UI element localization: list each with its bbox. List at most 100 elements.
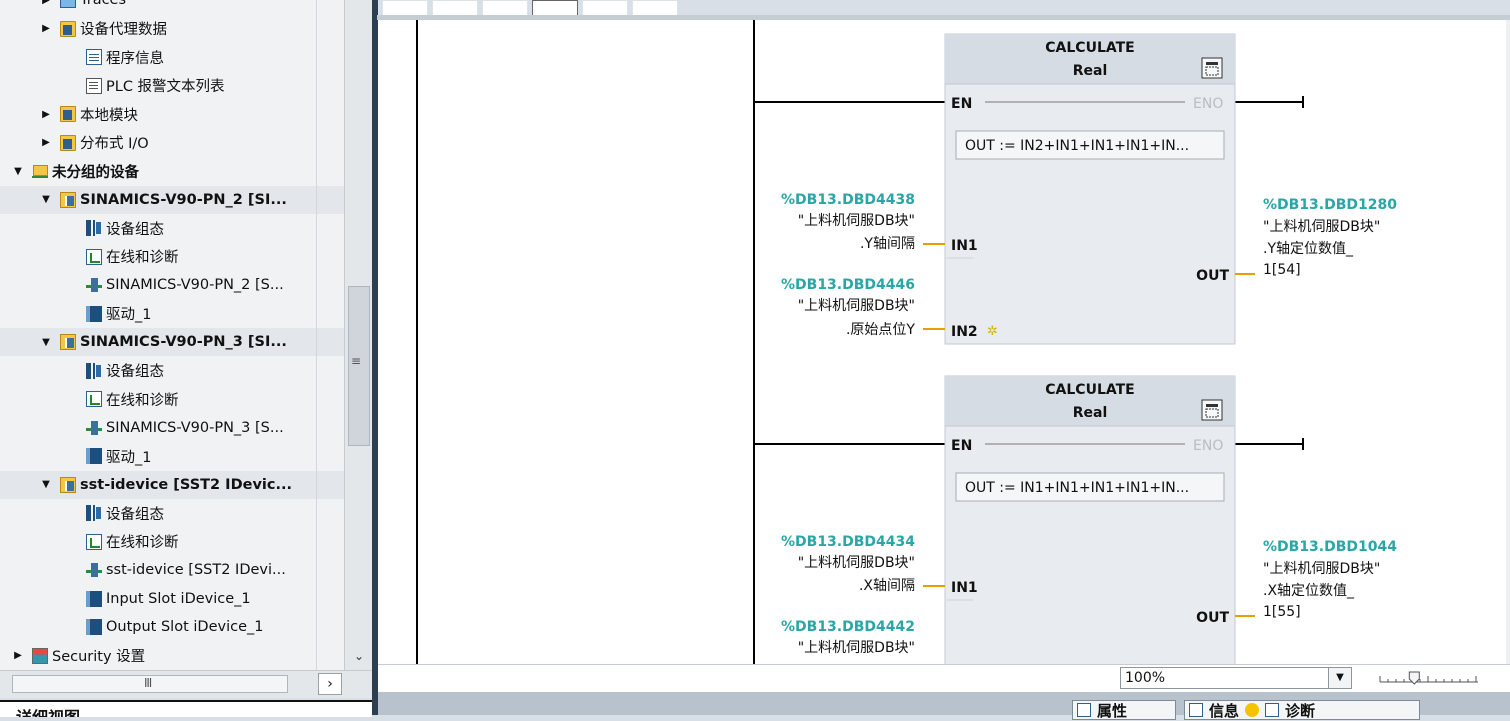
device-config-icon xyxy=(86,362,102,379)
tree-item[interactable]: 在线和诊断 xyxy=(0,528,344,556)
zoom-value: 100% xyxy=(1125,670,1166,686)
tree-item-label: 驱动_1 xyxy=(106,449,152,466)
in1-db-name[interactable]: "上料机伺服DB块" xyxy=(798,555,915,571)
scroll-right-arrow-icon[interactable]: › xyxy=(318,673,342,695)
expand-arrow-icon[interactable]: ▶ xyxy=(40,109,52,120)
tree-item[interactable]: ▼ SINAMICS-V90-PN_2 [SI... xyxy=(0,185,344,214)
tree-item[interactable]: ▶ Security 设置 xyxy=(0,642,344,670)
expand-arrow-icon[interactable]: ▶ xyxy=(40,23,52,34)
tree-item-label: 未分组的设备 xyxy=(52,164,139,181)
out-pin: OUT xyxy=(1196,610,1229,626)
out-address[interactable]: %DB13.DBD1280 xyxy=(1263,197,1397,213)
tab-info[interactable]: 信息 诊断 xyxy=(1184,700,1420,720)
in1-address[interactable]: %DB13.DBD4434 xyxy=(781,534,915,550)
tree-item[interactable]: ▼ 未分组的设备 xyxy=(0,157,344,185)
tree-item[interactable]: sst-idevice [SST2 IDevi... xyxy=(0,556,344,584)
tree-item[interactable]: PLC 报警文本列表 xyxy=(0,72,344,100)
eno-pin: ENO xyxy=(1193,438,1223,454)
editor-vertical-scrollbar[interactable] xyxy=(1506,20,1510,664)
device-icon xyxy=(60,191,76,208)
expand-arrow-icon[interactable]: ▶ xyxy=(12,650,24,661)
tree-item[interactable]: ▶ 设备代理数据 xyxy=(0,15,344,43)
security-settings-icon xyxy=(32,647,48,664)
collapse-arrow-icon[interactable]: ▼ xyxy=(40,337,52,348)
zoom-slider[interactable] xyxy=(1378,671,1480,687)
calculator-icon-display xyxy=(1206,62,1218,65)
in2-address[interactable]: %DB13.DBD4446 xyxy=(781,277,915,293)
scroll-down-arrow-icon[interactable]: ⌄ xyxy=(348,646,370,666)
tree-item[interactable]: ▶ 分布式 I/O xyxy=(0,129,344,157)
device-icon xyxy=(60,476,76,493)
expand-arrow-icon[interactable]: ▶ xyxy=(40,137,52,148)
tree-item-label: SINAMICS-V90-PN_2 [SI... xyxy=(80,191,287,208)
in1-address[interactable]: %DB13.DBD4438 xyxy=(781,192,915,208)
out-db-name[interactable]: "上料机伺服DB块" xyxy=(1263,219,1380,235)
tree-item-label: 驱动_1 xyxy=(106,307,152,323)
tree-item[interactable]: 设备组态 xyxy=(0,214,344,242)
tree-item[interactable]: 程序信息 xyxy=(0,43,344,71)
program-info-icon xyxy=(86,49,102,65)
tree-item-label: PLC 报警文本列表 xyxy=(106,79,225,95)
out-index[interactable]: 1[55] xyxy=(1263,604,1301,620)
tree-item[interactable]: 设备组态 xyxy=(0,499,344,527)
expand-arrow-icon[interactable]: ▶ xyxy=(40,0,52,6)
block-title: CALCULATE xyxy=(1045,40,1134,56)
zoom-select[interactable]: 100% ▼ xyxy=(1120,667,1352,689)
in1-member[interactable]: .X轴间隔 xyxy=(859,578,915,594)
eno-pin: ENO xyxy=(1193,96,1223,112)
block-type[interactable]: Real xyxy=(1073,63,1108,79)
tree-item-label: SINAMICS-V90-PN_3 [S... xyxy=(106,419,284,436)
in2-address[interactable]: %DB13.DBD4442 xyxy=(781,619,915,635)
tree-item[interactable]: 在线和诊断 xyxy=(0,385,344,413)
block-type[interactable]: Real xyxy=(1073,405,1108,421)
tree-item[interactable]: 设备组态 xyxy=(0,357,344,385)
tree-item[interactable]: ▶ Traces xyxy=(0,0,344,14)
tree-item[interactable]: ▼ sst-idevice [SST2 IDevic... xyxy=(0,470,344,499)
in1-pin: IN1 xyxy=(951,580,978,596)
detail-view-panel[interactable]: 详细视图 xyxy=(0,700,372,717)
toolbar-button[interactable] xyxy=(482,0,528,16)
ladder-editor[interactable]: CALCULATE Real EN ENO OUT := IN2+IN1+IN1+IN1… xyxy=(378,20,1506,664)
tree-item[interactable]: ▼ SINAMICS-V90-PN_3 [SI... xyxy=(0,328,344,356)
in2-pin: IN2 xyxy=(951,324,978,340)
tree-item[interactable]: SINAMICS-V90-PN_3 [S... xyxy=(0,414,344,442)
collapse-arrow-icon[interactable]: ▼ xyxy=(40,479,52,490)
tree-item[interactable]: Input Slot iDevice_1 xyxy=(0,585,344,613)
tree-item[interactable]: Output Slot iDevice_1 xyxy=(0,613,344,641)
block-title: CALCULATE xyxy=(1045,382,1134,398)
toolbar-button[interactable] xyxy=(382,0,428,16)
in2-db-name[interactable]: "上料机伺服DB块" xyxy=(798,640,915,656)
chevron-down-icon[interactable]: ▼ xyxy=(1328,668,1351,688)
in1-db-name[interactable]: "上料机伺服DB块" xyxy=(798,213,915,229)
tree-horizontal-scrollbar[interactable]: Ⅲ › xyxy=(0,670,372,698)
drive-icon xyxy=(86,305,102,322)
toolbar-button[interactable] xyxy=(432,0,478,16)
tree-item[interactable]: 驱动_1 xyxy=(0,300,344,328)
collapse-arrow-icon[interactable]: ▼ xyxy=(40,194,52,205)
tab-properties[interactable]: 属性 xyxy=(1072,700,1176,720)
out-member[interactable]: .Y轴定位数值_ xyxy=(1263,241,1354,257)
tab-diagnostics-label: 诊断 xyxy=(1285,701,1316,720)
tree-item[interactable]: ▶ 本地模块 xyxy=(0,100,344,128)
tab-properties-label: 属性 xyxy=(1097,701,1128,720)
out-member[interactable]: .X轴定位数值_ xyxy=(1263,583,1355,599)
scroll-grip-icon: ≡ xyxy=(350,354,362,368)
toolbar-box-button[interactable] xyxy=(532,0,578,16)
tree-item[interactable]: SINAMICS-V90-PN_2 [S... xyxy=(0,271,344,299)
folder-icon xyxy=(60,134,76,151)
in2-db-name[interactable]: "上料机伺服DB块" xyxy=(798,298,915,314)
tree-item[interactable]: 在线和诊断 xyxy=(0,243,344,271)
in2-member[interactable]: .原始点位Y xyxy=(846,322,915,338)
toolbar-button[interactable] xyxy=(632,0,678,16)
tree-item[interactable]: 驱动_1 xyxy=(0,442,344,470)
out-pin: OUT xyxy=(1196,268,1229,284)
toolbar-button[interactable] xyxy=(582,0,628,16)
collapse-arrow-icon[interactable]: ▼ xyxy=(12,166,24,177)
out-index[interactable]: 1[54] xyxy=(1263,262,1301,278)
add-input-icon[interactable]: ✲ xyxy=(987,324,998,339)
tree-vertical-scrollbar[interactable]: ≡ ⌄ xyxy=(344,0,372,670)
in1-member[interactable]: .Y轴间隔 xyxy=(860,236,915,252)
out-address[interactable]: %DB13.DBD1044 xyxy=(1263,539,1397,555)
out-db-name[interactable]: "上料机伺服DB块" xyxy=(1263,561,1380,577)
tree-item-label: 设备组态 xyxy=(106,506,164,523)
